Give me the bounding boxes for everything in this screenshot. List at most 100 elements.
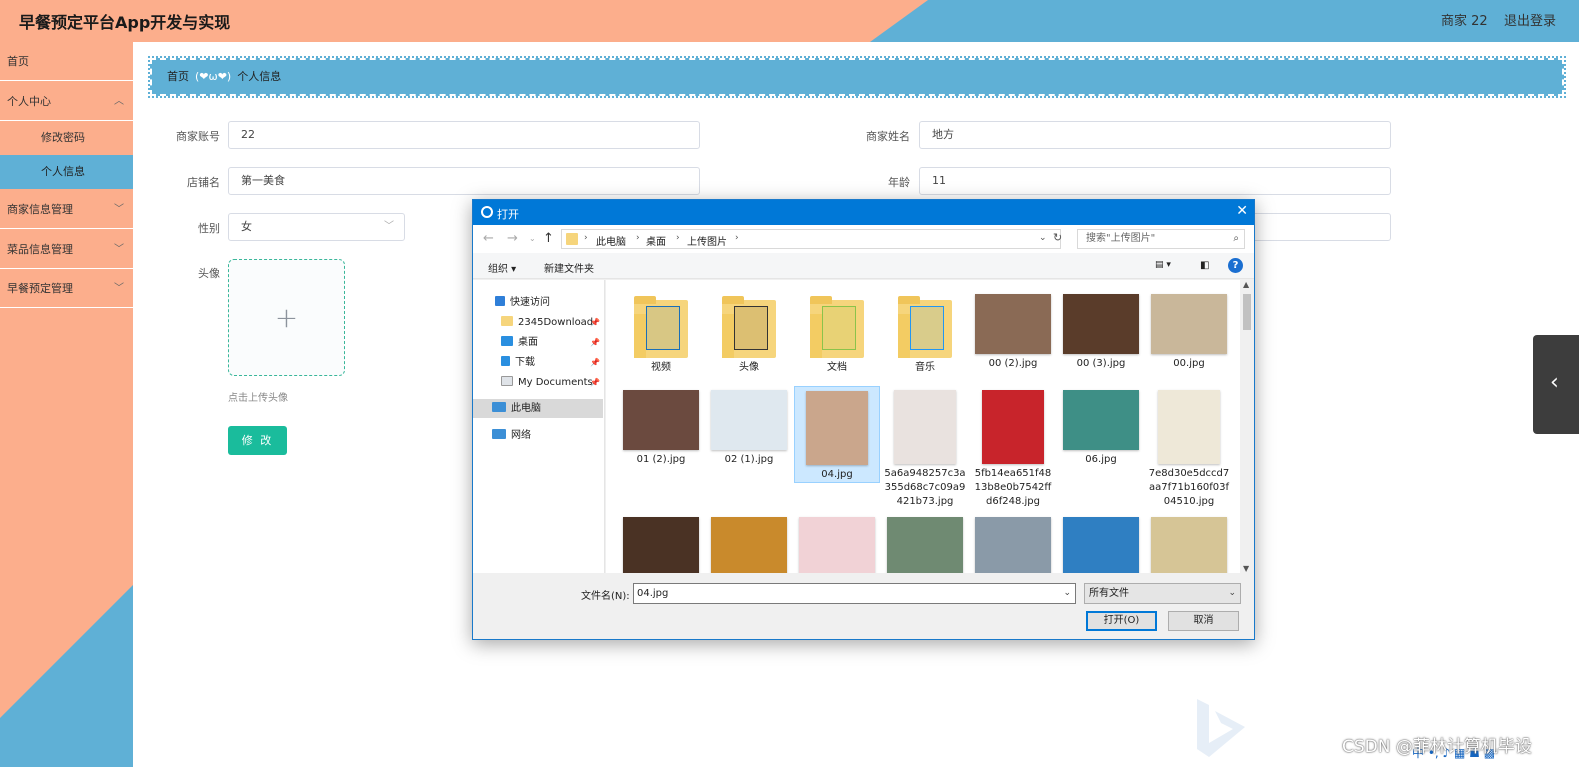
dialog-footer: 文件名(N): 04.jpg ⌄ 所有文件 ⌄ 打开(O) 取消 bbox=[473, 573, 1254, 639]
sidebar-item-home[interactable]: 首页 bbox=[0, 42, 133, 81]
file-item[interactable] bbox=[1146, 513, 1232, 573]
pin-icon: 📌 bbox=[590, 378, 600, 387]
sidebar-item-personal-info[interactable]: 个人信息 bbox=[0, 155, 133, 189]
file-item[interactable] bbox=[970, 513, 1056, 573]
sidebar-item-booking[interactable]: 早餐预定管理 ﹀ bbox=[0, 269, 133, 308]
file-name: 00 (3).jpg bbox=[1076, 358, 1126, 369]
chevron-right-icon: › bbox=[584, 233, 588, 243]
folder-icon bbox=[810, 296, 864, 358]
filetype-select[interactable]: 所有文件 ⌄ bbox=[1084, 583, 1241, 604]
account-field[interactable]: 22 bbox=[228, 121, 700, 149]
file-list-scrollbar[interactable]: ▲ ▼ bbox=[1240, 280, 1254, 573]
refresh-icon[interactable]: ↻ bbox=[1053, 231, 1062, 244]
gender-label: 性别 bbox=[198, 222, 220, 235]
folder-item[interactable]: 头像 bbox=[706, 290, 792, 375]
file-item[interactable]: 5a6a948257c3a355d68c7c09a9421b73.jpg bbox=[882, 386, 968, 509]
tree-item-label: 此电脑 bbox=[511, 403, 541, 414]
tree-item-quick-access[interactable]: 快速访问 bbox=[473, 293, 603, 312]
sidebar-item-dish-info[interactable]: 菜品信息管理 ﹀ bbox=[0, 230, 133, 269]
organize-button[interactable]: 组织 ▾ bbox=[488, 260, 516, 275]
avatar-upload[interactable]: + bbox=[228, 259, 345, 376]
chevron-left-icon: ‹ bbox=[1550, 370, 1559, 395]
age-field[interactable]: 11 bbox=[919, 167, 1391, 195]
logout-button[interactable]: 退出登录 bbox=[1504, 10, 1556, 29]
open-button[interactable]: 打开(O) bbox=[1086, 611, 1157, 631]
breadcrumb-current: 个人信息 bbox=[237, 70, 282, 83]
file-item[interactable]: 00 (3).jpg bbox=[1058, 290, 1144, 371]
scroll-up-icon[interactable]: ▲ bbox=[1243, 280, 1249, 289]
up-arrow-icon[interactable]: ↑ bbox=[543, 231, 554, 246]
folder-item[interactable]: 视频 bbox=[618, 290, 704, 375]
file-item[interactable]: 06.jpg bbox=[1058, 386, 1144, 467]
name-field[interactable]: 地方 bbox=[919, 121, 1391, 149]
image-thumbnail bbox=[982, 390, 1044, 464]
scroll-down-icon[interactable]: ▼ bbox=[1243, 564, 1249, 573]
history-dropdown-icon[interactable]: ⌄ bbox=[529, 234, 536, 243]
forward-arrow-icon[interactable]: → bbox=[507, 231, 518, 246]
image-thumbnail bbox=[975, 517, 1051, 573]
filename-value: 04.jpg bbox=[637, 588, 669, 599]
filename-label: 文件名(N): bbox=[581, 591, 630, 602]
file-item[interactable] bbox=[1058, 513, 1144, 573]
shop-label: 店铺名 bbox=[187, 176, 220, 189]
gender-select[interactable]: 女 ﹀ bbox=[228, 213, 405, 241]
submit-button[interactable]: 修 改 bbox=[228, 426, 287, 455]
file-item[interactable] bbox=[618, 513, 704, 573]
view-options-icon[interactable]: ▤ ▾ bbox=[1155, 260, 1171, 270]
scrollbar-thumb[interactable] bbox=[1243, 294, 1251, 330]
path-segment[interactable]: 此电脑 bbox=[596, 233, 626, 248]
tree-item-2345download[interactable]: 2345Download 📌 bbox=[473, 313, 603, 332]
age-label: 年龄 bbox=[888, 176, 910, 189]
address-bar-row: ← → ⌄ ↑ › 此电脑 › 桌面 › 上传图片 › ⌄ ↻ 搜索"上传图片"… bbox=[473, 225, 1254, 253]
file-item[interactable] bbox=[706, 513, 792, 573]
tree-item-downloads[interactable]: 下载 📌 bbox=[473, 353, 603, 372]
address-box[interactable]: › 此电脑 › 桌面 › 上传图片 › ⌄ ↻ bbox=[561, 229, 1062, 249]
folder-item[interactable]: 音乐 bbox=[882, 290, 968, 375]
sidebar-item-merchant-info[interactable]: 商家信息管理 ﹀ bbox=[0, 190, 133, 229]
breadcrumb-home[interactable]: 首页 bbox=[167, 70, 189, 83]
file-item[interactable] bbox=[882, 513, 968, 573]
tree-item-this-pc[interactable]: 此电脑 bbox=[473, 399, 603, 418]
image-thumbnail bbox=[1063, 390, 1139, 450]
side-drawer-handle[interactable]: ‹ bbox=[1533, 335, 1579, 434]
help-icon[interactable]: ? bbox=[1228, 258, 1243, 273]
shop-field[interactable]: 第一美食 bbox=[228, 167, 700, 195]
file-item[interactable]: 01 (2).jpg bbox=[618, 386, 704, 467]
cancel-button[interactable]: 取消 bbox=[1168, 611, 1239, 631]
preview-pane-icon[interactable]: ◧ bbox=[1200, 260, 1209, 271]
sidebar-item-label: 首页 bbox=[7, 55, 29, 68]
desktop-icon bbox=[501, 336, 513, 346]
path-segment[interactable]: 上传图片 bbox=[687, 233, 727, 248]
search-placeholder: 搜索"上传图片" bbox=[1086, 233, 1156, 244]
new-folder-button[interactable]: 新建文件夹 bbox=[544, 260, 594, 275]
file-item[interactable]: 02 (1).jpg bbox=[706, 386, 792, 467]
file-item[interactable] bbox=[794, 513, 880, 573]
filename-input[interactable]: 04.jpg ⌄ bbox=[633, 583, 1076, 604]
tree-item-desktop[interactable]: 桌面 📌 bbox=[473, 333, 603, 352]
file-item[interactable]: 5fb14ea651f4813b8e0b7542ffd6f248.jpg bbox=[970, 386, 1056, 509]
file-item[interactable]: 00.jpg bbox=[1146, 290, 1232, 371]
search-input[interactable]: 搜索"上传图片" ⌕ bbox=[1077, 229, 1245, 249]
folder-item[interactable]: 文档 bbox=[794, 290, 880, 375]
file-open-dialog: 打开 ✕ ← → ⌄ ↑ › 此电脑 › 桌面 › 上传图片 › ⌄ ↻ 搜索"… bbox=[472, 199, 1255, 640]
dialog-toolbar: 组织 ▾ 新建文件夹 ▤ ▾ ◧ ? bbox=[473, 253, 1254, 279]
close-icon[interactable]: ✕ bbox=[1236, 203, 1248, 219]
chevron-down-icon[interactable]: ⌄ bbox=[1063, 584, 1071, 603]
sidebar: 首页 个人中心 ︿ 修改密码 个人信息 商家信息管理 ﹀ 菜品信息管理 ﹀ 早餐预定管… bbox=[0, 42, 133, 767]
download-icon bbox=[501, 356, 510, 366]
file-item[interactable]: 04.jpg bbox=[794, 386, 880, 483]
tree-item-my-documents[interactable]: My Documents 📌 bbox=[473, 373, 603, 392]
file-name: 头像 bbox=[739, 362, 759, 373]
path-segment[interactable]: 桌面 bbox=[646, 233, 666, 248]
sidebar-item-change-password[interactable]: 修改密码 bbox=[0, 121, 133, 155]
filetype-value: 所有文件 bbox=[1089, 588, 1129, 599]
back-arrow-icon[interactable]: ← bbox=[483, 231, 494, 246]
file-item[interactable]: 7e8d30e5dccd7aa7f71b160f03f04510.jpg bbox=[1146, 386, 1232, 509]
chevron-down-icon[interactable]: ⌄ bbox=[1039, 233, 1047, 243]
sidebar-item-personal-center[interactable]: 个人中心 ︿ bbox=[0, 82, 133, 121]
file-item[interactable]: 00 (2).jpg bbox=[970, 290, 1056, 371]
image-thumbnail bbox=[894, 390, 956, 464]
chevron-down-icon: ﹀ bbox=[114, 244, 124, 255]
dialog-titlebar[interactable]: 打开 ✕ bbox=[473, 200, 1254, 225]
tree-item-network[interactable]: 网络 bbox=[473, 426, 603, 445]
